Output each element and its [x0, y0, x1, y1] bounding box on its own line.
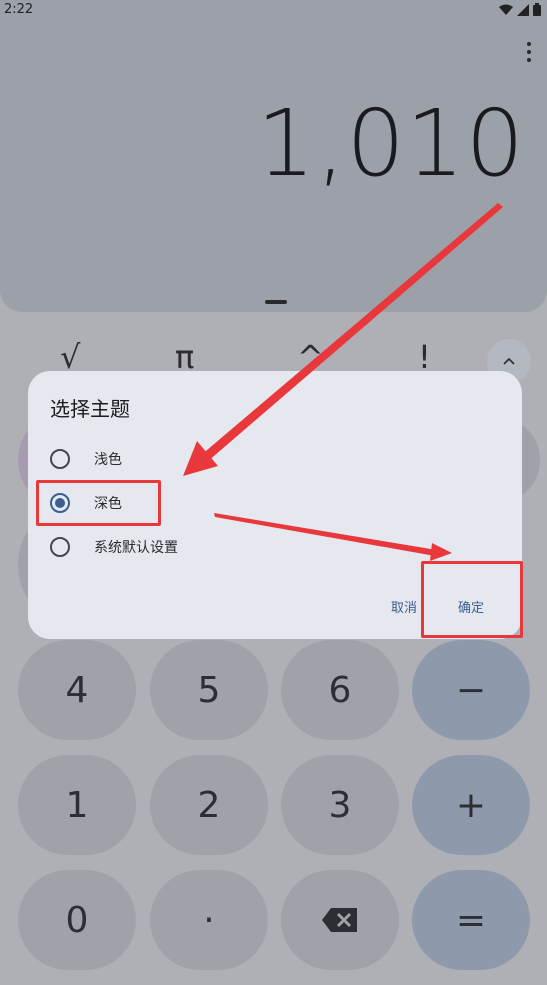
annotation-arrowhead: [430, 543, 452, 561]
annotation-arrow-shaft: [200, 203, 503, 462]
annotation-arrows: [183, 203, 503, 561]
calculator-screen: 2:22 1,010 √ π ^ ! 4 5 6 − 1 2 3 + 0 · =: [0, 0, 547, 985]
annotation-arrow-shaft: [214, 513, 437, 556]
